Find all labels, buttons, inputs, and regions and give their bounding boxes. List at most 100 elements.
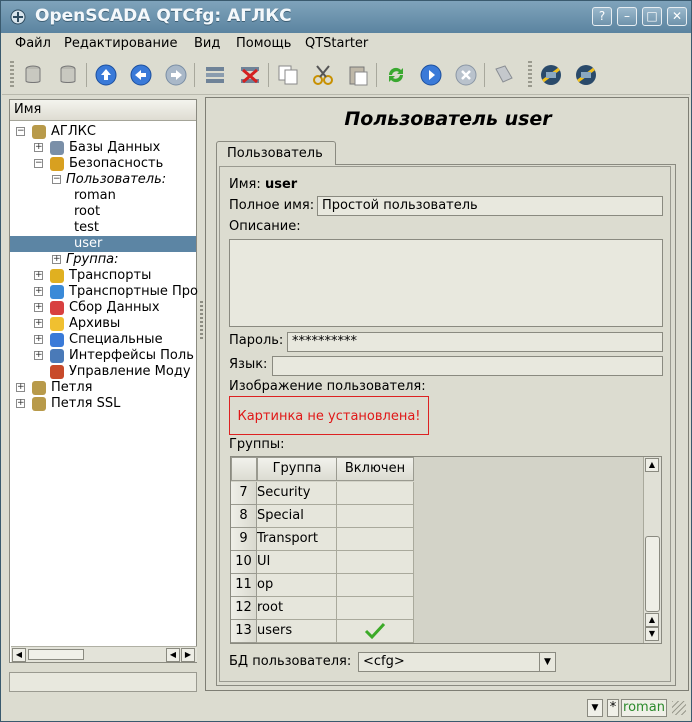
start-icon[interactable] (417, 61, 445, 89)
current-user-indicator[interactable]: roman (621, 699, 667, 717)
resize-grip-icon[interactable] (672, 701, 686, 715)
cut-icon[interactable] (309, 61, 337, 89)
expand-icon[interactable]: + (16, 399, 25, 408)
back-icon[interactable] (127, 61, 155, 89)
row-number[interactable]: 12 (231, 597, 257, 620)
collapse-icon[interactable]: − (52, 175, 61, 184)
collapse-icon[interactable]: − (16, 127, 25, 136)
fullname-field[interactable]: Простой пользователь (317, 196, 663, 216)
group-name-cell[interactable]: Special (257, 505, 337, 528)
row-number[interactable]: 10 (231, 551, 257, 574)
scroll-thumb[interactable] (28, 649, 84, 660)
tree-node[interactable]: test (10, 220, 196, 236)
expand-icon[interactable]: + (52, 255, 61, 264)
column-header-enabled[interactable]: Включен (336, 457, 414, 481)
group-name-cell[interactable]: op (257, 574, 337, 597)
manual-icon[interactable] (490, 61, 518, 89)
toolbar-grip[interactable] (528, 61, 532, 89)
db-load-icon[interactable] (19, 61, 47, 89)
station-icon-1[interactable] (537, 61, 565, 89)
db-save-icon[interactable] (54, 61, 82, 89)
tree-node[interactable]: + Сбор Данных (10, 300, 196, 316)
group-enabled-cell[interactable] (337, 528, 414, 551)
tree-node[interactable]: user (10, 236, 196, 252)
tree-node[interactable]: + Интерфейсы Поль (10, 348, 196, 364)
expand-icon[interactable]: + (34, 143, 43, 152)
collapse-icon[interactable]: − (34, 159, 43, 168)
panel-splitter[interactable] (200, 301, 203, 341)
row-number[interactable]: 11 (231, 574, 257, 597)
toolbar-grip[interactable] (10, 61, 14, 89)
expand-icon[interactable]: + (34, 287, 43, 296)
group-enabled-cell[interactable] (337, 620, 414, 643)
stop-icon[interactable] (452, 61, 480, 89)
scroll-right-icon[interactable]: ▶ (181, 648, 195, 662)
copy-icon[interactable] (274, 61, 302, 89)
tree-node[interactable]: roman (10, 188, 196, 204)
tree-node[interactable]: + Транспортные Про (10, 284, 198, 300)
station-icon-2[interactable] (572, 61, 600, 89)
scroll-left-icon[interactable]: ◀ (12, 648, 26, 662)
expand-icon[interactable]: + (34, 303, 43, 312)
description-field[interactable] (229, 239, 663, 327)
group-enabled-cell[interactable] (337, 551, 414, 574)
menu-file[interactable]: Файл (15, 36, 51, 51)
up-icon[interactable] (92, 61, 120, 89)
table-corner[interactable] (231, 457, 257, 481)
tree-node[interactable]: root (10, 204, 196, 220)
chevron-down-icon[interactable]: ▼ (539, 653, 555, 671)
scroll-left-icon-2[interactable]: ◀ (166, 648, 180, 662)
tree-node[interactable]: − АГЛКС (10, 124, 196, 140)
title-bar[interactable]: OpenSCADA QTCfg: АГЛКС ? – □ ✕ (1, 1, 691, 33)
maximize-button[interactable]: □ (642, 7, 662, 26)
scroll-thumb[interactable] (645, 536, 660, 612)
expand-icon[interactable]: + (34, 319, 43, 328)
tree-node[interactable]: − Безопасность (10, 156, 196, 172)
menu-help[interactable]: Помощь (236, 36, 291, 51)
group-enabled-cell[interactable] (337, 574, 414, 597)
row-number[interactable]: 7 (231, 482, 257, 505)
group-name-cell[interactable]: root (257, 597, 337, 620)
group-name-cell[interactable]: Security (257, 482, 337, 505)
scroll-down-icon[interactable]: ▼ (645, 627, 659, 641)
tree-node[interactable]: + Петля SSL (10, 396, 196, 412)
menu-edit[interactable]: Редактирование (64, 36, 177, 51)
help-button[interactable]: ? (592, 7, 612, 26)
refresh-icon[interactable] (382, 61, 410, 89)
group-enabled-cell[interactable] (337, 505, 414, 528)
tree-node[interactable]: Управление Моду (10, 364, 196, 380)
group-enabled-cell[interactable] (337, 482, 414, 505)
scroll-up-icon[interactable]: ▲ (645, 458, 659, 472)
user-picture[interactable]: Картинка не установлена! (229, 396, 429, 435)
expand-icon[interactable]: + (16, 383, 25, 392)
delete-item-icon[interactable] (236, 61, 264, 89)
menu-view[interactable]: Вид (194, 36, 220, 51)
expand-icon[interactable]: + (34, 351, 43, 360)
tree-node[interactable]: + Транспорты (10, 268, 196, 284)
tree-node[interactable]: + Специальные (10, 332, 196, 348)
row-number[interactable]: 8 (231, 505, 257, 528)
expand-icon[interactable]: + (34, 271, 43, 280)
add-item-icon[interactable] (201, 61, 229, 89)
language-field[interactable] (272, 356, 663, 376)
menu-qtstarter[interactable]: QTStarter (305, 36, 368, 51)
tree-horizontal-scrollbar[interactable]: ◀ ◀ ▶ (11, 646, 197, 662)
password-field[interactable]: ********** (287, 332, 663, 352)
paste-icon[interactable] (344, 61, 372, 89)
tree-node[interactable]: + Группа: (10, 252, 196, 268)
db-select[interactable]: <cfg> ▼ (358, 652, 556, 672)
tree-header[interactable]: Имя (10, 100, 196, 121)
tree-node[interactable]: − Пользователь: (10, 172, 196, 188)
group-name-cell[interactable]: UI (257, 551, 337, 574)
forward-icon[interactable] (162, 61, 190, 89)
minimize-button[interactable]: – (617, 7, 637, 26)
group-enabled-cell[interactable] (337, 597, 414, 620)
group-name-cell[interactable]: users (257, 620, 337, 643)
tree-node[interactable]: + Архивы (10, 316, 196, 332)
group-name-cell[interactable]: Transport (257, 528, 337, 551)
row-number[interactable]: 9 (231, 528, 257, 551)
tab-user[interactable]: Пользователь (216, 141, 336, 165)
tree-node[interactable]: + Базы Данных (10, 140, 196, 156)
table-vertical-scrollbar[interactable]: ▲ ▲ ▼ (643, 457, 661, 643)
column-header-group[interactable]: Группа (257, 457, 337, 481)
